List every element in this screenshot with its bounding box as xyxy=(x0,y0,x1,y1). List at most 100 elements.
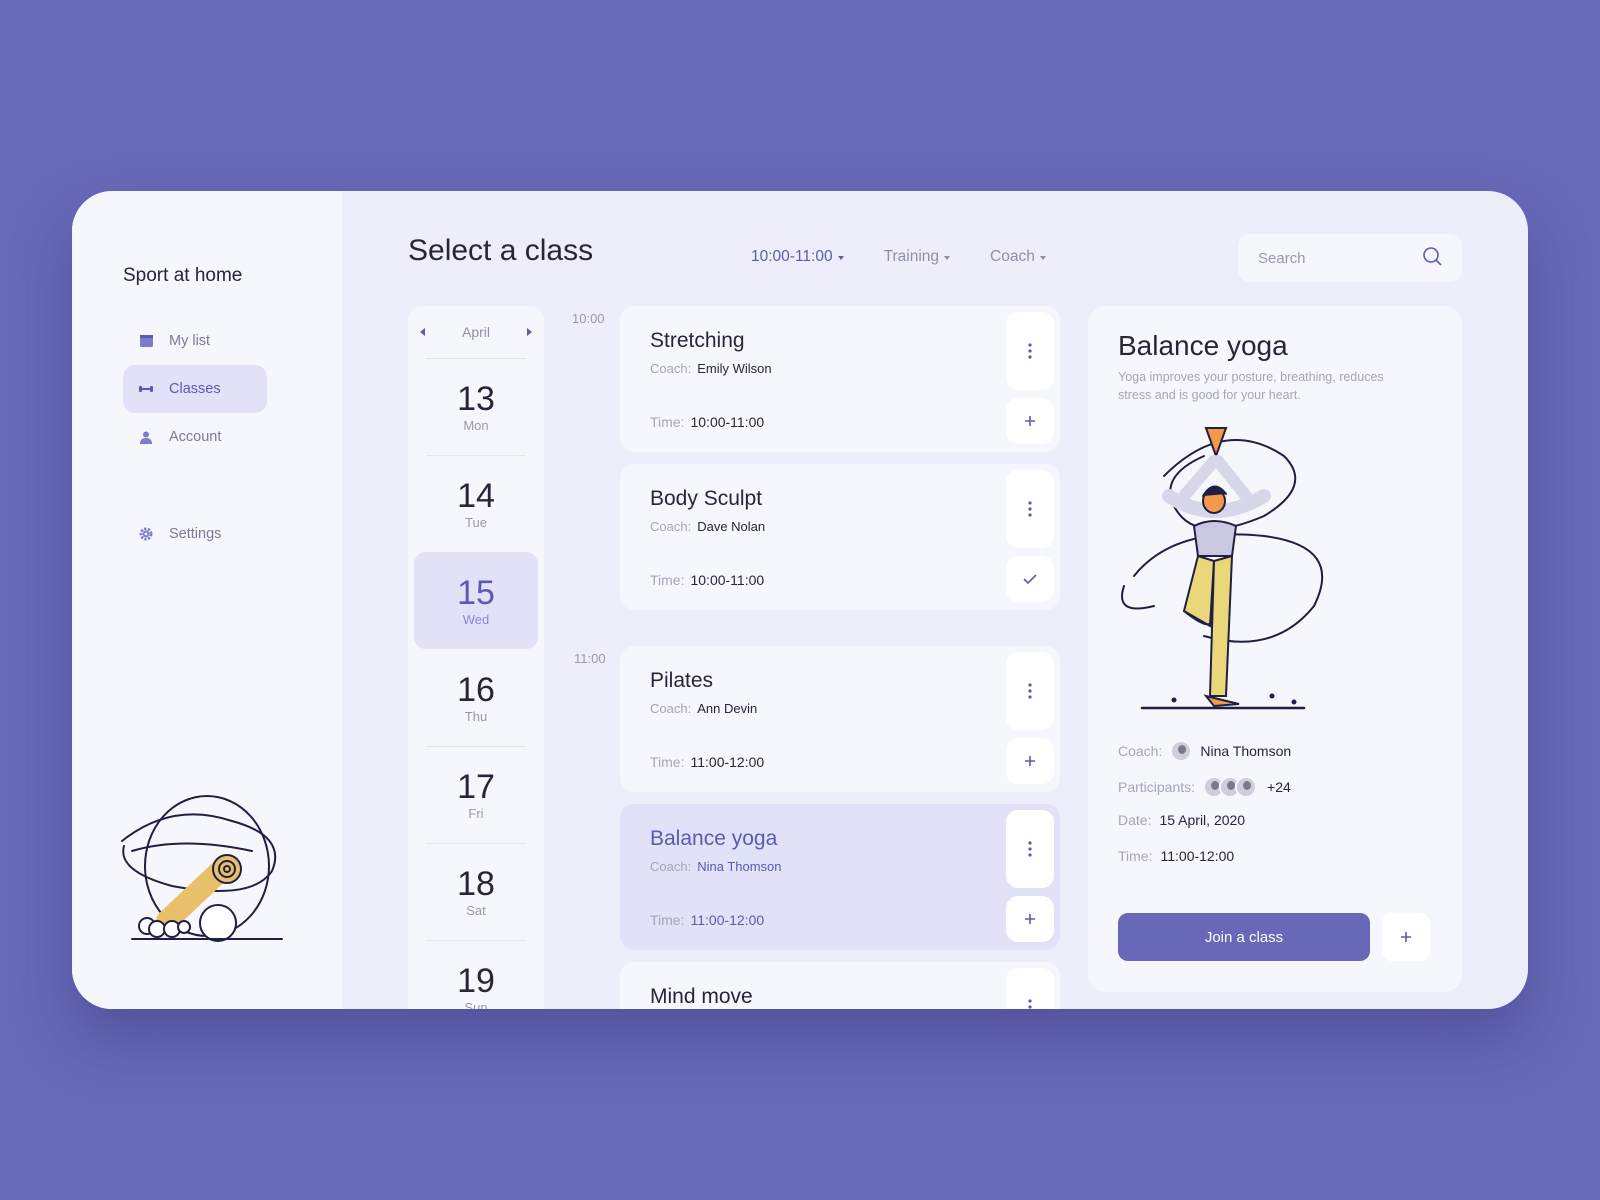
day-number: 18 xyxy=(457,864,495,903)
avatar xyxy=(1235,776,1258,798)
detail-description: Yoga improves your posture, breathing, r… xyxy=(1118,370,1384,402)
dumbbell-icon xyxy=(139,382,153,396)
add-class-button[interactable] xyxy=(1006,896,1054,942)
page-title: Select a class xyxy=(408,234,594,267)
time-filter-label: 10:00-11:00 xyxy=(751,248,833,265)
detail-time-row: Time: 11:00-12:00 xyxy=(1118,848,1234,864)
weekday-label: Fri xyxy=(468,805,484,821)
search-input[interactable] xyxy=(1258,249,1422,267)
sidebar-item-classes[interactable]: Classes xyxy=(123,365,267,413)
weekday-label: Wed xyxy=(462,611,490,627)
class-card-pilates[interactable]: Pilates Coach: Ann Devin Time: 11:00-12:00 xyxy=(620,646,1060,792)
class-name: Pilates xyxy=(650,669,714,692)
class-card-body-sculpt[interactable]: Body Sculpt Coach: Dave Nolan Time: 10:00-… xyxy=(620,464,1060,610)
more-vertical-icon xyxy=(1028,501,1032,517)
add-class-button[interactable] xyxy=(1006,398,1054,444)
coach-label: Coach: xyxy=(650,859,692,874)
time-value: 10:00-11:00 xyxy=(690,414,765,430)
detail-coach-row: Coach: Nina Thomson xyxy=(1118,740,1291,762)
class-card-balance-yoga-selected[interactable]: Balance yoga Coach: Nina Thomson Time: 11:… xyxy=(620,804,1060,950)
more-vertical-icon xyxy=(1028,999,1032,1009)
class-time: Time: 11:00-12:00 xyxy=(650,754,764,770)
weekday-label: Mon xyxy=(463,417,489,433)
caret-down-icon xyxy=(944,256,951,260)
day-17[interactable]: 17 Fri xyxy=(408,746,544,843)
time-value: 10:00-11:00 xyxy=(690,572,765,588)
sidebar-item-label: Account xyxy=(169,429,222,445)
sidebar-item-settings[interactable]: Settings xyxy=(123,510,267,558)
time-label: Time: xyxy=(650,754,685,770)
more-options-button[interactable] xyxy=(1006,312,1054,390)
add-to-list-button[interactable] xyxy=(1382,913,1430,961)
sidebar-nav: My list Classes Account Settings xyxy=(123,317,267,558)
class-time: Time: 10:00-11:00 xyxy=(650,572,764,588)
sidebar-item-my-list[interactable]: My list xyxy=(123,317,267,365)
join-class-button[interactable]: Join a class xyxy=(1118,913,1370,961)
time-value: 11:00-12:00 xyxy=(1160,848,1235,864)
class-card-mind-move[interactable]: Mind move xyxy=(620,962,1060,1009)
day-number: 15 xyxy=(457,573,495,612)
sidebar-item-account[interactable]: Account xyxy=(123,413,267,461)
prev-month-arrow-icon[interactable] xyxy=(420,328,425,336)
class-time: Time: 10:00-11:00 xyxy=(650,414,764,430)
day-18[interactable]: 18 Sat xyxy=(408,843,544,940)
day-14[interactable]: 14 Tue xyxy=(408,455,544,552)
day-13[interactable]: 13 Mon xyxy=(408,358,544,455)
next-month-arrow-icon[interactable] xyxy=(526,328,532,336)
time-label: Time: xyxy=(650,912,685,928)
day-16[interactable]: 16 Thu xyxy=(408,649,544,746)
participants-label: Participants: xyxy=(1118,779,1196,795)
more-options-button[interactable] xyxy=(1006,470,1054,548)
coach-label: Coach: xyxy=(650,361,692,376)
search-icon[interactable] xyxy=(1422,246,1442,271)
sidebar-item-label: Settings xyxy=(169,526,222,542)
caret-down-icon xyxy=(1039,256,1046,260)
day-number: 13 xyxy=(457,379,495,418)
weekday-label: Sat xyxy=(466,902,486,918)
coach-label: Coach: xyxy=(650,701,692,716)
more-options-button[interactable] xyxy=(1006,652,1054,730)
search-box xyxy=(1238,234,1462,282)
more-options-button[interactable] xyxy=(1006,810,1054,888)
day-number: 19 xyxy=(457,961,495,1000)
coach-name: Dave Nolan xyxy=(697,519,766,534)
filter-bar: 10:00-11:00 Training Coach xyxy=(751,248,1086,266)
day-number: 16 xyxy=(457,670,495,709)
yoga-equipment-illustration xyxy=(112,791,292,956)
timeline-label-11: 11:00 xyxy=(574,651,606,666)
class-card-stretching[interactable]: Stretching Coach: Emily Wilson Time: 10:00… xyxy=(620,306,1060,452)
coach-filter-label: Coach xyxy=(990,248,1035,265)
day-19[interactable]: 19 Sun xyxy=(408,940,544,1009)
more-options-button[interactable] xyxy=(1006,968,1054,1009)
add-class-button[interactable] xyxy=(1006,738,1054,784)
day-number: 14 xyxy=(457,476,495,515)
more-vertical-icon xyxy=(1028,683,1032,699)
month-label: April xyxy=(461,324,490,340)
coach-filter-dropdown[interactable]: Coach xyxy=(990,248,1046,266)
date-label: Date: xyxy=(1118,812,1152,828)
day-15-selected[interactable]: 15 Wed xyxy=(414,552,538,649)
app-window: Sport at home My list Classes Account Se… xyxy=(72,191,1528,1009)
time-filter-dropdown[interactable]: 10:00-11:00 xyxy=(751,248,844,266)
plus-icon xyxy=(1025,914,1035,924)
plus-icon xyxy=(1401,932,1411,942)
time-label: Time: xyxy=(650,414,685,430)
joined-check-button[interactable] xyxy=(1006,556,1054,602)
detail-title: Balance yoga xyxy=(1118,330,1288,361)
coach-name: Ann Devin xyxy=(697,701,758,716)
coach-label: Coach: xyxy=(650,519,692,534)
class-name: Stretching xyxy=(650,329,745,352)
training-filter-dropdown[interactable]: Training xyxy=(884,248,951,266)
class-coach: Coach: Emily Wilson xyxy=(650,361,772,376)
gear-icon xyxy=(139,527,153,541)
yoga-pose-illustration xyxy=(1114,416,1340,721)
plus-icon xyxy=(1025,416,1035,426)
time-label: Time: xyxy=(650,572,685,588)
coach-name: Emily Wilson xyxy=(697,361,772,376)
coach-name: Nina Thomson xyxy=(697,859,782,874)
coach-label: Coach: xyxy=(1118,743,1163,759)
date-picker: April 13 Mon 14 Tue 15 Wed 16 Thu 17 Fri 18 Sa… xyxy=(408,306,544,1009)
time-label: Time: xyxy=(1118,848,1153,864)
timeline-label-10: 10:00 xyxy=(572,311,605,326)
sidebar-item-label: Classes xyxy=(169,381,221,397)
